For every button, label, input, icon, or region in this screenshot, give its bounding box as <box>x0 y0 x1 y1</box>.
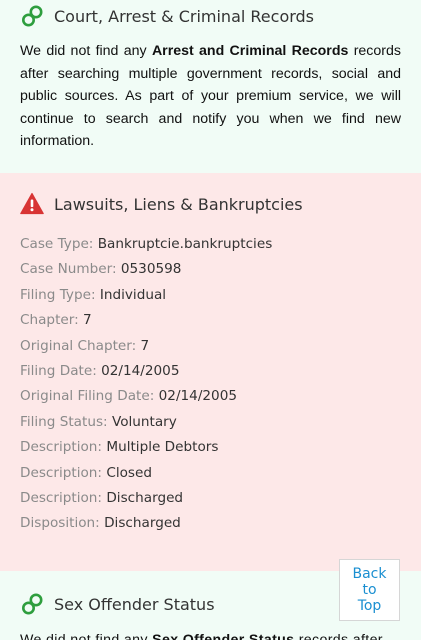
lawsuit-detail-row: Case Number: 0530598 <box>20 257 401 282</box>
lawsuit-detail-key: Description: <box>20 464 103 481</box>
back-to-top-button[interactable]: Back to Top <box>339 559 400 621</box>
lawsuit-detail-value: 7 <box>140 337 150 354</box>
linked-rings-icon <box>20 592 44 616</box>
court-records-section: Court, Arrest & Criminal Records We did … <box>0 0 421 173</box>
lawsuit-detail-key: Chapter: <box>20 312 79 329</box>
lawsuit-detail-row: Filing Status: Voluntary <box>20 410 401 435</box>
lawsuit-detail-value: 02/14/2005 <box>101 362 180 379</box>
lawsuit-detail-row: Disposition: Discharged <box>20 511 401 536</box>
lawsuits-section: Lawsuits, Liens & Bankruptcies Case Type… <box>0 173 421 571</box>
lawsuits-header: Lawsuits, Liens & Bankruptcies <box>20 191 303 217</box>
lawsuit-detail-value: 0530598 <box>120 261 182 278</box>
linked-rings-icon <box>20 4 44 28</box>
lawsuit-detail-key: Filing Type: <box>20 286 96 303</box>
sex-offender-title: Sex Offender Status <box>54 594 215 614</box>
warning-icon <box>20 192 44 216</box>
lawsuit-detail-value: Discharged <box>106 489 184 506</box>
lawsuit-detail-row: Filing Date: 02/14/2005 <box>20 359 401 384</box>
lawsuit-detail-key: Description: <box>20 439 103 456</box>
lawsuit-detail-row: Original Chapter: 7 <box>20 334 401 359</box>
sex-offender-header: Sex Offender Status <box>20 591 215 617</box>
back-to-top-label-line1: Back <box>352 566 387 582</box>
back-to-top-label-line2: to <box>362 582 377 598</box>
lawsuit-detail-key: Filing Status: <box>20 413 108 430</box>
lawsuit-detail-key: Original Chapter: <box>20 337 137 354</box>
court-records-title: Court, Arrest & Criminal Records <box>54 6 315 26</box>
lawsuit-detail-value: Individual <box>99 286 167 303</box>
lawsuit-details-list: Case Type: Bankruptcie.bankruptcies Case … <box>20 232 401 537</box>
lawsuit-detail-row: Original Filing Date: 02/14/2005 <box>20 384 401 409</box>
lawsuit-detail-row: Chapter: 7 <box>20 308 401 333</box>
lawsuit-detail-value: Discharged <box>104 515 181 532</box>
lawsuit-detail-key: Description: <box>20 489 103 506</box>
lawsuit-detail-row: Description: Discharged <box>20 486 401 511</box>
lawsuit-detail-row: Filing Type: Individual <box>20 283 401 308</box>
lawsuit-detail-value: 02/14/2005 <box>158 388 237 405</box>
court-records-message: We did not find any Arrest and Criminal … <box>20 43 401 150</box>
lawsuit-detail-value: Multiple Debtors <box>106 439 219 456</box>
lawsuit-detail-key: Filing Date: <box>20 362 97 379</box>
report-page: Court, Arrest & Criminal Records We did … <box>0 0 421 640</box>
court-records-header: Court, Arrest & Criminal Records <box>20 4 314 28</box>
lawsuit-detail-key: Case Type: <box>20 236 94 252</box>
lawsuit-detail-value: Bankruptcie.bankruptcies <box>97 236 273 252</box>
lawsuit-detail-row: Description: Closed <box>20 461 401 486</box>
lawsuit-detail-key: Disposition: <box>20 515 100 532</box>
lawsuit-detail-value: Closed <box>106 464 153 481</box>
lawsuit-detail-value: Voluntary <box>111 413 177 430</box>
lawsuit-detail-row: Description: Multiple Debtors <box>20 435 401 460</box>
lawsuit-detail-key: Original Filing Date: <box>20 388 155 405</box>
lawsuits-title: Lawsuits, Liens & Bankruptcies <box>54 194 303 214</box>
lawsuit-detail-key: Case Number: <box>20 261 117 278</box>
lawsuit-detail-value: 7 <box>83 312 92 329</box>
sex-offender-message: We did not find any Sex Offender Status … <box>20 632 383 640</box>
back-to-top-label-line3: Top <box>357 598 382 614</box>
lawsuit-detail-row: Case Type: Bankruptcie.bankruptcies <box>20 232 401 257</box>
